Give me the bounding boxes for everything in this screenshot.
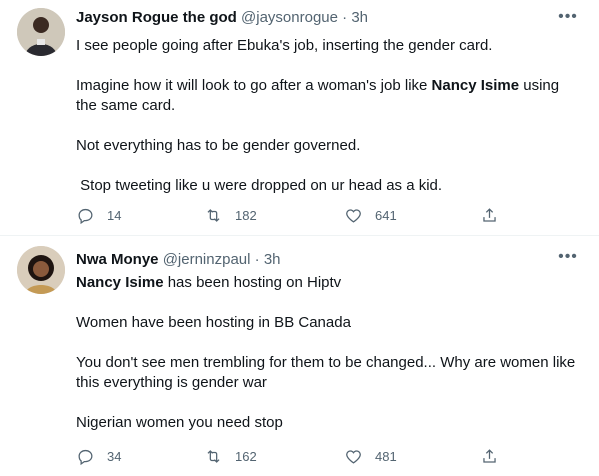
share-button[interactable] [480, 446, 499, 466]
timestamp[interactable]: 3h [351, 9, 368, 26]
more-horizontal-icon[interactable]: ••• [557, 9, 579, 30]
user-handle[interactable]: @jaysonrogue [241, 9, 338, 26]
like-count: 481 [375, 448, 397, 464]
tweet-paragraph: Nigerian women you need stop [76, 414, 283, 431]
more-horizontal-icon[interactable]: ••• [557, 249, 579, 270]
reply-bubble-icon [78, 449, 93, 465]
reply-count: 34 [107, 448, 122, 464]
share-upload-icon [483, 207, 496, 222]
separator-dot: · [254, 251, 260, 268]
retweet-count: 162 [235, 448, 257, 464]
tweet-text: I see people going after Ebuka's job, in… [76, 36, 583, 196]
like-button[interactable]: 481 [344, 446, 397, 466]
tweet-text-segment: has been hosting on Hiptv [163, 274, 342, 291]
tweet-paragraph: Imagine how it will look to go after a w… [76, 76, 583, 116]
tweet[interactable]: Jayson Rogue the god @jaysonrogue · 3h •… [0, 0, 599, 236]
tweet-paragraph: Nancy Isime has been hosting on Hiptv [76, 273, 583, 293]
reply-count: 14 [107, 207, 122, 223]
user-handle[interactable]: @jerninzpaul [163, 251, 251, 268]
reply-button[interactable]: 34 [76, 446, 121, 466]
tweet-paragraph: Not everything has to be gender governed… [76, 137, 361, 154]
avatar[interactable] [17, 8, 65, 56]
retweet-count: 182 [235, 207, 257, 223]
like-button[interactable]: 641 [344, 205, 397, 225]
retweet-icon [207, 449, 220, 463]
display-name[interactable]: Jayson Rogue the god [76, 9, 237, 26]
tweet-paragraph: Stop tweeting like u were dropped on ur … [76, 177, 443, 194]
share-upload-icon [483, 448, 496, 463]
tweet-text-segment: Imagine how it will look to go after a w… [76, 77, 432, 94]
tweet-paragraph: You don't see men trembling for them to … [76, 354, 580, 391]
avatar[interactable] [17, 246, 65, 294]
tweet-paragraph: I see people going after Ebuka's job, in… [76, 37, 493, 54]
like-count: 641 [375, 207, 397, 223]
mentioned-name: Nancy Isime [431, 77, 520, 94]
separator-dot: · [342, 9, 348, 26]
tweet-header: Jayson Rogue the god @jaysonrogue · 3h [76, 8, 599, 28]
timestamp[interactable]: 3h [264, 251, 281, 268]
tweet-text: Nancy Isime has been hosting on Hiptv Wo… [76, 273, 583, 433]
display-name[interactable]: Nwa Monye [76, 251, 159, 268]
heart-icon [346, 449, 361, 464]
heart-icon [346, 208, 361, 223]
reply-bubble-icon [78, 208, 93, 224]
tweet[interactable]: Nwa Monye @jerninzpaul · 3h ••• Nancy Is… [0, 237, 599, 476]
retweet-button[interactable]: 162 [204, 446, 257, 466]
reply-button[interactable]: 14 [76, 205, 121, 225]
tweet-actions: 34 162 481 [76, 446, 506, 466]
tweet-header: Nwa Monye @jerninzpaul · 3h [76, 250, 599, 270]
retweet-button[interactable]: 182 [204, 205, 257, 225]
retweet-icon [207, 208, 220, 222]
share-button[interactable] [480, 205, 499, 225]
tweet-actions: 14 182 641 [76, 205, 506, 225]
tweet-paragraph: Women have been hosting in BB Canada [76, 314, 351, 331]
mentioned-name: Nancy Isime [76, 274, 164, 291]
